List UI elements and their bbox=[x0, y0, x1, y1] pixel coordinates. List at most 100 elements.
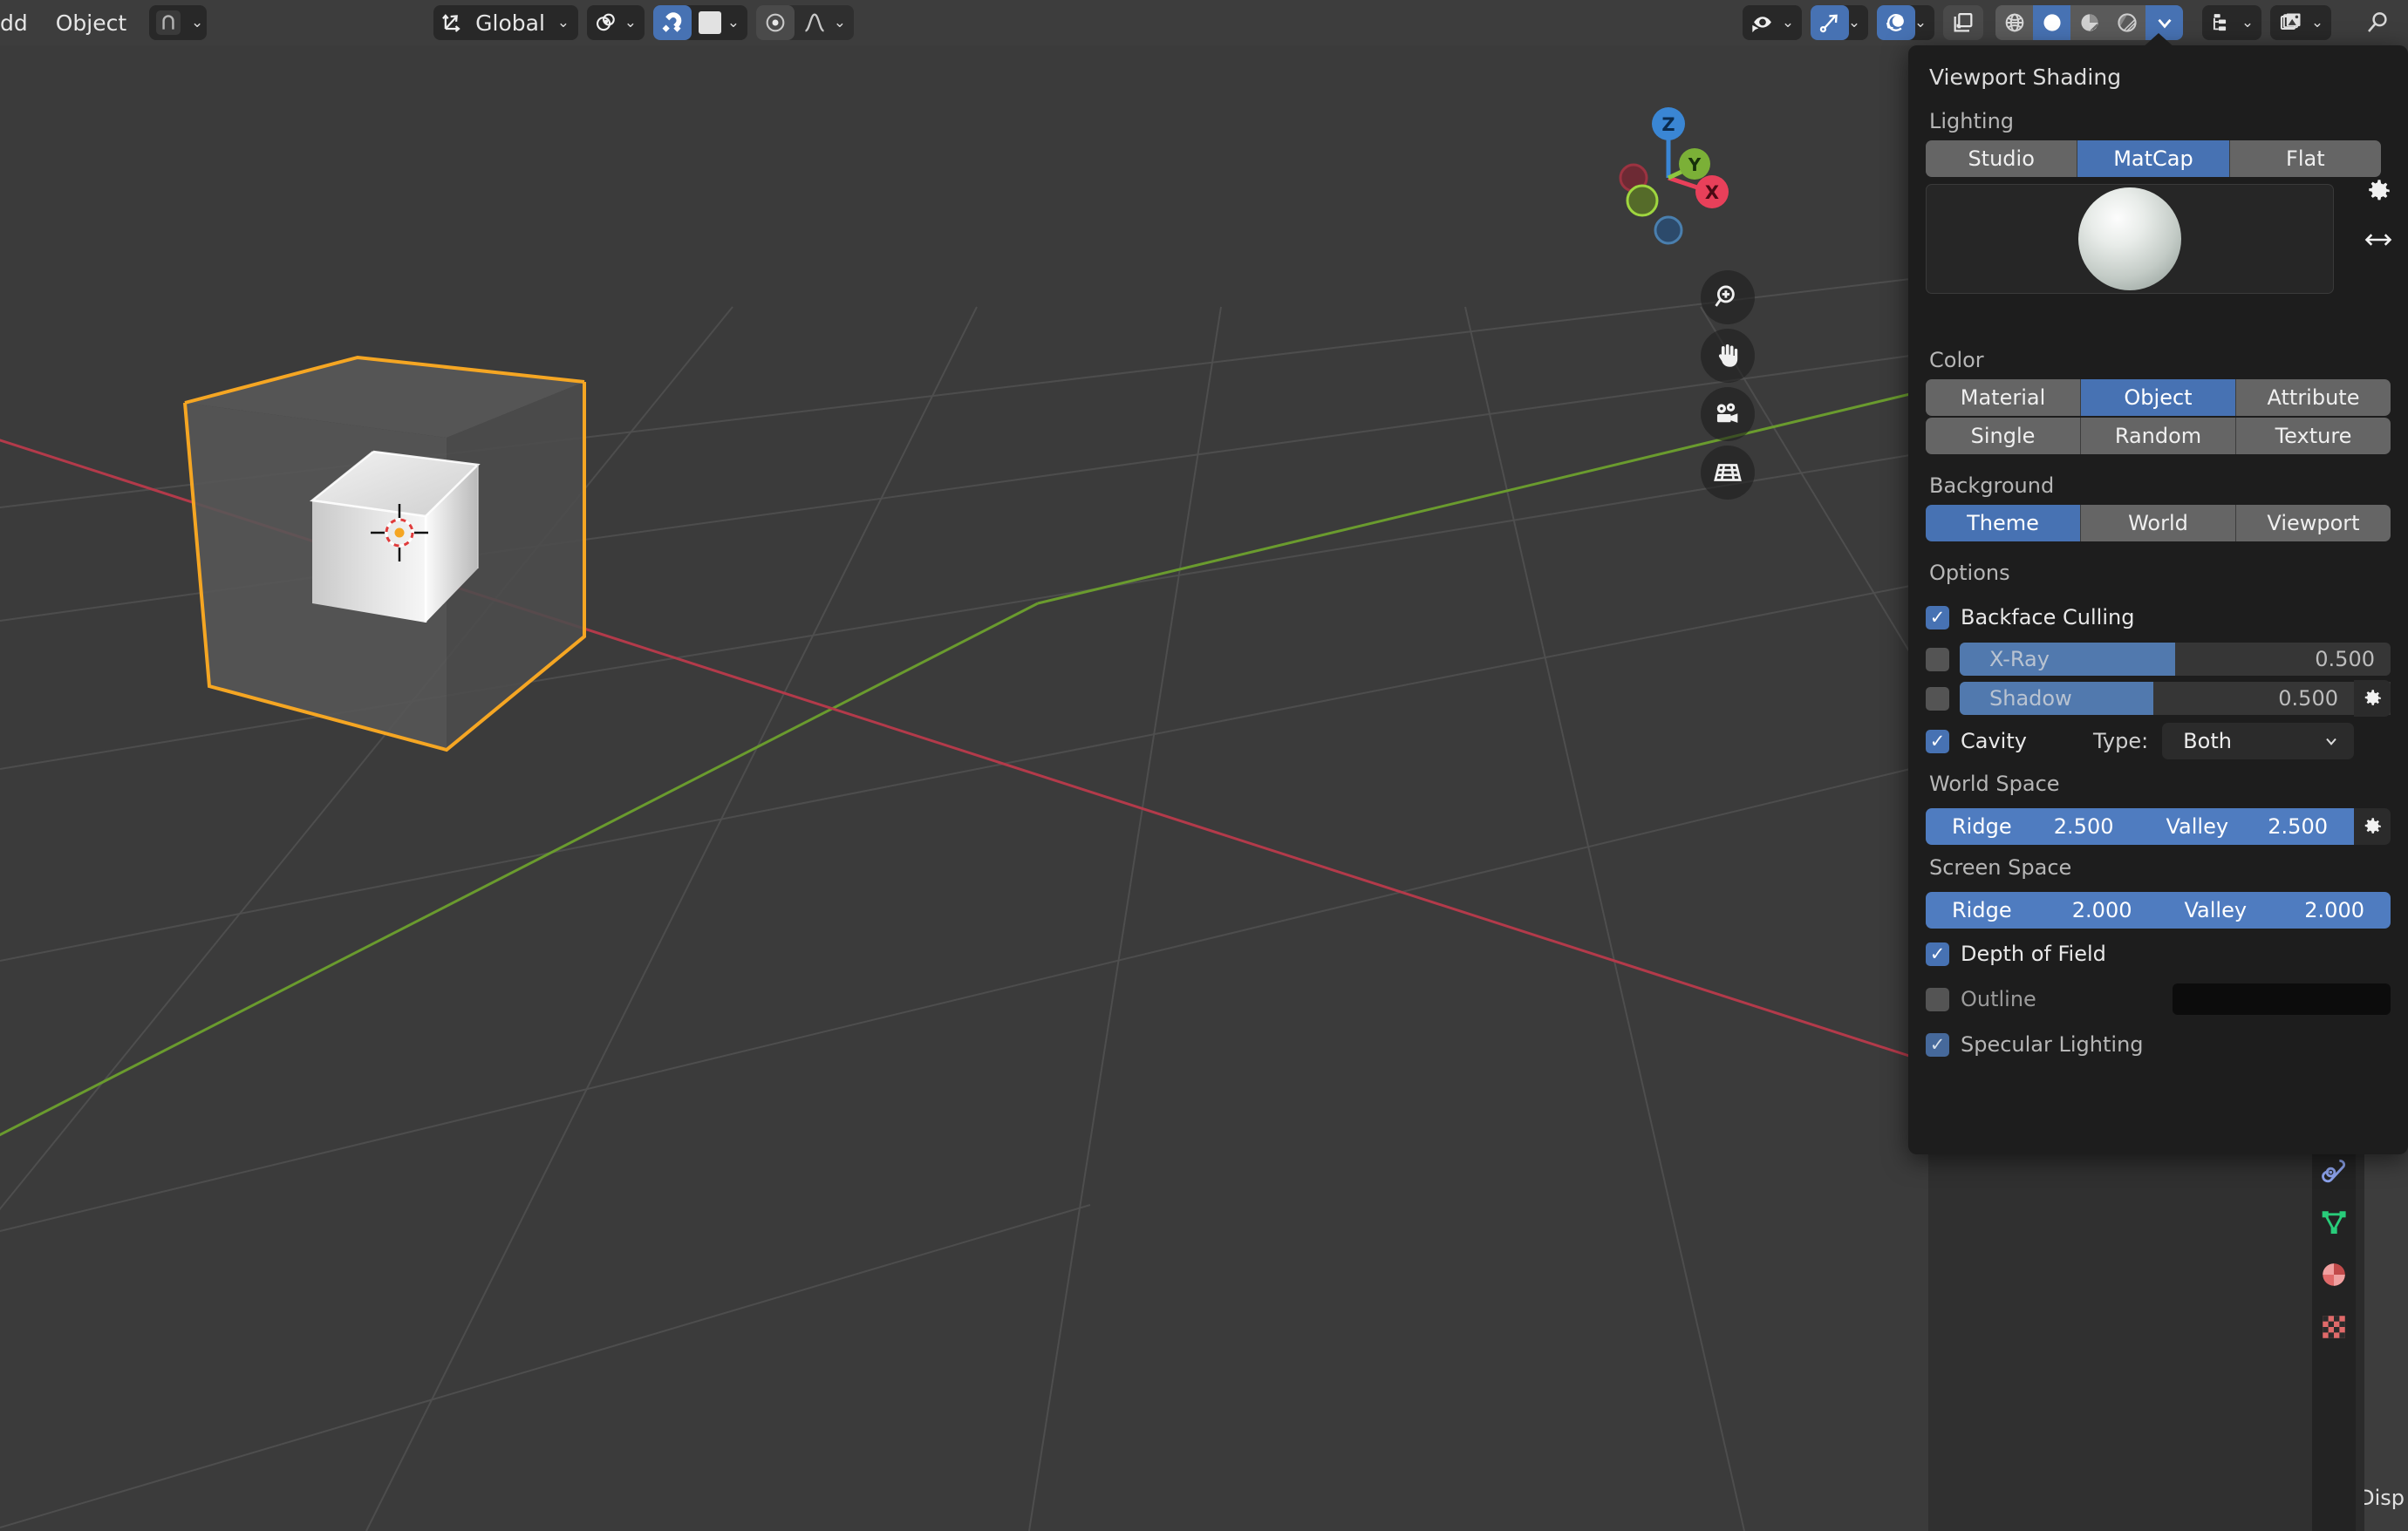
pivot-point-selector[interactable]: ⌄ bbox=[586, 5, 645, 40]
snap-increment-icon[interactable] bbox=[692, 5, 728, 40]
gizmo-group[interactable]: ⌄ bbox=[1811, 5, 1868, 40]
color-single-button[interactable]: Single bbox=[1926, 418, 2081, 454]
zoom-tool[interactable] bbox=[1701, 270, 1755, 324]
matcap-preview[interactable] bbox=[1926, 184, 2334, 294]
search-icon[interactable] bbox=[2357, 5, 2398, 40]
specular-lighting-checkbox[interactable]: ✓ bbox=[1926, 1032, 1949, 1057]
ortho-persp-toggle[interactable] bbox=[1701, 446, 1755, 500]
outliner-icon[interactable] bbox=[2202, 5, 2242, 40]
backface-culling-checkbox[interactable]: ✓ bbox=[1926, 605, 1949, 629]
toggle-xray-icon[interactable] bbox=[1943, 5, 1983, 40]
outline-checkbox[interactable] bbox=[1926, 987, 1949, 1011]
chevron-down-icon[interactable]: ⌄ bbox=[727, 14, 747, 31]
chevron-down-icon[interactable]: ⌄ bbox=[2241, 14, 2261, 31]
falloff-curve-icon[interactable] bbox=[795, 5, 835, 40]
visibility-group[interactable]: ⌄ bbox=[1743, 5, 1802, 40]
chevron-down-icon[interactable]: ⌄ bbox=[557, 14, 578, 31]
chevron-down-icon[interactable]: ⌄ bbox=[2311, 14, 2331, 31]
transform-orientation-value[interactable]: Global bbox=[472, 10, 559, 36]
tab-object-data[interactable] bbox=[2314, 1196, 2354, 1249]
chevron-down-icon[interactable]: ⌄ bbox=[834, 14, 854, 31]
viewport-header[interactable]: dd Object ⌄ Global ⌄ ⌄ ⌄ ⌄ ⌄ ⌄ ⌄ ⌄ ⌄ bbox=[0, 0, 2408, 45]
background-options[interactable]: Theme World Viewport bbox=[1926, 505, 2391, 541]
color-options-row2[interactable]: Single Random Texture bbox=[1926, 418, 2391, 454]
background-world-button[interactable]: World bbox=[2081, 505, 2236, 541]
outliner-filter-group[interactable]: ⌄ bbox=[2202, 5, 2261, 40]
world-space-row[interactable]: Ridge 2.500 Valley 2.500 bbox=[1926, 808, 2391, 845]
xray-checkbox[interactable] bbox=[1926, 647, 1949, 671]
color-random-button[interactable]: Random bbox=[2081, 418, 2236, 454]
cavity-type-dropdown[interactable]: Both bbox=[2162, 723, 2355, 759]
specular-lighting-row[interactable]: ✓ Specular Lighting bbox=[1926, 1024, 2391, 1065]
header-right-cluster[interactable]: ⌄ ⌄ ⌄ ⌄ ⌄ bbox=[1743, 5, 2408, 40]
navigation-gizmo[interactable]: Z Y X bbox=[1600, 103, 1757, 251]
xray-slider[interactable]: X-Ray 0.500 bbox=[1960, 643, 2391, 676]
world-space-settings-button[interactable] bbox=[2354, 808, 2391, 845]
backface-culling-row[interactable]: ✓ Backface Culling bbox=[1926, 597, 2391, 637]
color-material-button[interactable]: Material bbox=[1926, 379, 2081, 416]
render-preview-group[interactable]: ⌄ bbox=[2270, 5, 2331, 40]
chevron-down-icon[interactable]: ⌄ bbox=[1782, 14, 1802, 31]
tab-texture[interactable] bbox=[2314, 1301, 2354, 1353]
overlays-icon[interactable] bbox=[1877, 5, 1915, 40]
snapping-group[interactable]: ⌄ bbox=[652, 5, 747, 40]
mode-selector[interactable]: ⌄ bbox=[149, 5, 208, 40]
shadow-settings-button[interactable] bbox=[2354, 680, 2391, 717]
gear-icon[interactable] bbox=[2364, 176, 2393, 206]
shadow-slider[interactable]: Shadow 0.500 bbox=[1960, 682, 2391, 715]
screen-valley-field[interactable]: Valley 2.000 bbox=[2158, 892, 2391, 929]
outline-color-swatch[interactable] bbox=[2173, 983, 2391, 1015]
object-visibility-icon[interactable] bbox=[1743, 5, 1783, 40]
shading-rendered-icon[interactable] bbox=[2108, 5, 2145, 40]
shading-material-preview-icon[interactable] bbox=[2070, 5, 2108, 40]
pivot-point-icon[interactable] bbox=[587, 5, 625, 40]
shadow-row[interactable]: Shadow 0.500 bbox=[1926, 680, 2391, 717]
depth-of-field-checkbox[interactable]: ✓ bbox=[1926, 942, 1949, 966]
depth-of-field-row[interactable]: ✓ Depth of Field bbox=[1926, 934, 2391, 974]
screen-space-row[interactable]: Ridge 2.000 Valley 2.000 bbox=[1926, 892, 2391, 929]
overlays-group[interactable]: ⌄ bbox=[1877, 5, 1934, 40]
render-image-icon[interactable] bbox=[2270, 5, 2312, 40]
screen-ridge-field[interactable]: Ridge 2.000 bbox=[1926, 892, 2159, 929]
lighting-studio-button[interactable]: Studio bbox=[1926, 140, 2078, 177]
magnet-icon[interactable] bbox=[652, 5, 692, 40]
background-viewport-button[interactable]: Viewport bbox=[2236, 505, 2391, 541]
shading-solid-icon[interactable] bbox=[2033, 5, 2070, 40]
color-texture-button[interactable]: Texture bbox=[2236, 418, 2391, 454]
background-theme-button[interactable]: Theme bbox=[1926, 505, 2081, 541]
gizmo-arrow-icon[interactable] bbox=[1811, 5, 1849, 40]
flip-horizontal-icon[interactable] bbox=[2363, 228, 2394, 251]
gear-icon bbox=[2364, 818, 2381, 834]
cavity-checkbox[interactable]: ✓ bbox=[1926, 729, 1949, 753]
color-options-row1[interactable]: Material Object Attribute bbox=[1926, 379, 2391, 416]
proportional-editing-group[interactable]: ⌄ bbox=[755, 5, 854, 40]
chevron-down-icon[interactable]: ⌄ bbox=[1848, 14, 1868, 31]
xray-row[interactable]: X-Ray 0.500 bbox=[1926, 642, 2391, 677]
world-ridge-field[interactable]: Ridge 2.500 bbox=[1926, 808, 2140, 845]
outline-row[interactable]: Outline bbox=[1926, 979, 2391, 1019]
menu-object[interactable]: Object bbox=[56, 10, 126, 36]
cavity-row[interactable]: ✓ Cavity Type: Both bbox=[1926, 721, 2391, 761]
transform-orientation-selector[interactable]: Global ⌄ bbox=[433, 5, 578, 40]
menu-add[interactable]: dd bbox=[0, 10, 28, 36]
toggle-xray-button[interactable] bbox=[1943, 5, 1983, 40]
lighting-options[interactable]: Studio MatCap Flat bbox=[1926, 140, 2381, 177]
proportional-editing-icon[interactable] bbox=[755, 5, 795, 40]
shadow-checkbox[interactable] bbox=[1926, 686, 1949, 711]
viewport-shading-popover[interactable]: Viewport Shading Lighting Studio MatCap … bbox=[1908, 45, 2408, 1154]
object-mode-icon[interactable] bbox=[149, 5, 188, 40]
camera-view-tool[interactable] bbox=[1701, 387, 1755, 441]
lighting-matcap-button[interactable]: MatCap bbox=[2077, 140, 2230, 177]
chevron-down-icon[interactable]: ⌄ bbox=[1914, 14, 1934, 31]
shading-wireframe-icon[interactable] bbox=[1995, 5, 2033, 40]
lighting-flat-button[interactable]: Flat bbox=[2229, 140, 2381, 177]
pan-tool[interactable] bbox=[1701, 329, 1755, 383]
color-attribute-button[interactable]: Attribute bbox=[2236, 379, 2391, 416]
chevron-down-icon[interactable]: ⌄ bbox=[188, 14, 207, 31]
color-object-button[interactable]: Object bbox=[2081, 379, 2236, 416]
matcap-side-controls[interactable] bbox=[2356, 176, 2401, 251]
tab-material[interactable] bbox=[2314, 1249, 2354, 1301]
chevron-down-icon[interactable]: ⌄ bbox=[624, 14, 645, 31]
viewport-tool-stack[interactable] bbox=[1701, 270, 1757, 504]
world-valley-field[interactable]: Valley 2.500 bbox=[2139, 808, 2354, 845]
